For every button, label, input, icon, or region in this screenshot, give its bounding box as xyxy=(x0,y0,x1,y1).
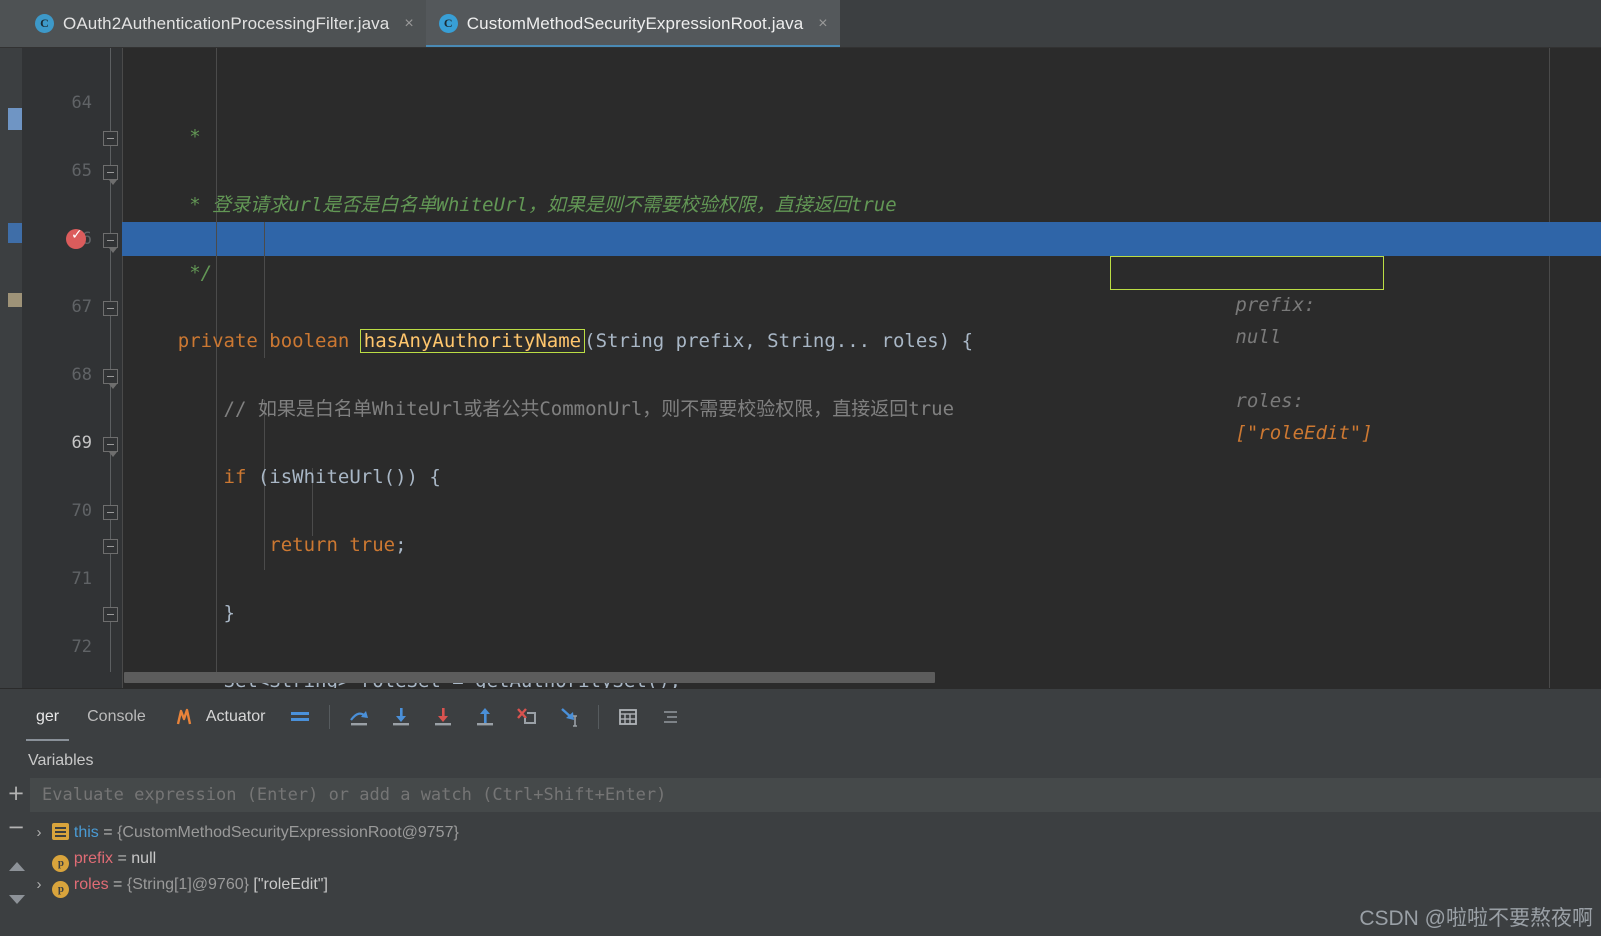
fold-marker-if-inner[interactable] xyxy=(103,437,118,457)
parameter-icon: p xyxy=(52,881,70,898)
ide-window: C OAuth2AuthenticationProcessingFilter.j… xyxy=(0,0,1601,936)
fold-marker-collapse[interactable] xyxy=(103,539,118,554)
hint-prefix-key: prefix: xyxy=(1235,294,1316,316)
csdn-watermark: CSDN @啦啦不要熬夜啊 xyxy=(1359,907,1593,930)
line-number: 72 xyxy=(71,637,92,657)
chevron-right-icon[interactable]: › xyxy=(30,820,48,846)
close-icon[interactable]: × xyxy=(818,15,827,32)
fold-marker-for[interactable] xyxy=(103,369,118,389)
remove-watch-button[interactable]: − xyxy=(6,817,26,838)
settings-list-icon[interactable] xyxy=(655,702,685,732)
fold-marker-if[interactable] xyxy=(103,233,118,253)
editor-tab-label: CustomMethodSecurityExpressionRoot.java xyxy=(466,13,804,33)
debugger-toolbar: ger Console Actuator xyxy=(0,688,1601,745)
fold-marker-collapse[interactable] xyxy=(103,301,118,316)
chevron-right-icon[interactable]: › xyxy=(30,872,48,898)
fold-marker-method[interactable] xyxy=(103,165,118,185)
force-step-into-icon[interactable] xyxy=(428,702,458,732)
evaluate-placeholder: Evaluate expression (Enter) or add a wat… xyxy=(42,785,667,805)
step-out-icon[interactable] xyxy=(470,702,500,732)
scroll-down-icon[interactable] xyxy=(9,895,25,904)
parameter-icon: p xyxy=(52,855,70,872)
tab-actuator[interactable]: Actuator xyxy=(160,689,280,745)
line-number: 70 xyxy=(71,501,92,521)
tab-variables[interactable]: Variables xyxy=(28,744,94,778)
editor-tab-custommethodsecurity[interactable]: C CustomMethodSecurityExpressionRoot.jav… xyxy=(425,0,840,47)
breakpoint-verified-check: ✓ xyxy=(71,227,83,243)
variable-value: {CustomMethodSecurityExpressionRoot@9757… xyxy=(117,824,459,841)
fold-marker-collapse[interactable] xyxy=(103,607,118,622)
fold-marker-collapse[interactable] xyxy=(103,505,118,520)
code-line-67: 67 private boolean hasAnyAuthorityName (S… xyxy=(0,256,1601,444)
code-line-71: 71 } xyxy=(0,528,1601,624)
step-into-icon[interactable] xyxy=(386,702,416,732)
scroll-up-icon[interactable] xyxy=(9,862,25,871)
drop-frame-icon[interactable] xyxy=(512,702,542,732)
variables-tab-header: Variables xyxy=(0,744,1601,778)
code-line-64: 64 * xyxy=(0,52,1601,148)
variables-header-stub xyxy=(0,744,22,778)
editor-tab-label: OAuth2AuthenticationProcessingFilter.jav… xyxy=(63,13,390,33)
variables-side-rail: + − xyxy=(0,778,30,936)
java-class-icon: C xyxy=(35,14,54,33)
variable-name: prefix xyxy=(73,850,114,867)
variable-extra: ["roleEdit"] xyxy=(253,876,328,893)
tab-actuator-label: Actuator xyxy=(205,707,266,725)
run-to-cursor-icon[interactable] xyxy=(554,702,584,732)
field-icon xyxy=(52,823,70,840)
toolbar-separator xyxy=(329,704,331,729)
toolbar-separator xyxy=(598,704,600,729)
line-number: 65 xyxy=(71,161,92,181)
equals-sign: = xyxy=(117,850,127,867)
code-lines: 64 * 65 * 登录请求url是否是白名单WhiteUrl，如果是则不需要校… xyxy=(0,48,1601,688)
code-line-70: 70 return true; xyxy=(0,460,1601,556)
tab-bar-left-stub xyxy=(0,0,22,47)
editor-tab-bar: C OAuth2AuthenticationProcessingFilter.j… xyxy=(0,0,1601,48)
breakpoint-icon[interactable]: ✓ xyxy=(66,227,86,249)
fold-marker-collapse[interactable] xyxy=(103,131,118,146)
variable-row-prefix[interactable]: p prefix = null xyxy=(30,846,1601,872)
code-line-68: 68 // 如果是白名单WhiteUrl或者公共CommonUrl，则不需要校验… xyxy=(0,324,1601,420)
variable-name: this xyxy=(73,824,99,841)
code-line-69: 69 if (isWhiteUrl()) { xyxy=(0,392,1601,488)
add-watch-button[interactable]: + xyxy=(6,783,26,804)
equals-sign: = xyxy=(113,876,123,893)
equals-sign: = xyxy=(103,824,113,841)
code-line-72: 72 Set<String> roleSet = getAuthoritySet… xyxy=(0,596,1601,688)
line-number: 68 xyxy=(71,365,92,385)
variable-row-roles[interactable]: › p roles = {String[1]@9760} ["roleEdit"… xyxy=(30,872,1601,898)
tab-debugger[interactable]: ger xyxy=(22,689,73,745)
line-number: 64 xyxy=(71,93,92,113)
line-number: 69 xyxy=(71,433,92,453)
close-icon[interactable]: × xyxy=(404,15,413,32)
inline-debug-hint: prefix: null roles: ["roleEdit"] xyxy=(1110,256,1384,444)
tab-console[interactable]: Console xyxy=(73,689,160,745)
code-line-66: 66 */ xyxy=(0,188,1601,284)
variable-value: {String[1]@9760} xyxy=(126,876,249,893)
editor-horizontal-scrollbar[interactable] xyxy=(124,672,935,683)
toolbar-left-stub xyxy=(0,688,22,745)
step-over-icon[interactable] xyxy=(344,702,374,732)
code-line-65: 65 * 登录请求url是否是白名单WhiteUrl，如果是则不需要校验权限，直… xyxy=(0,120,1601,216)
code-editor[interactable]: 64 * 65 * 登录请求url是否是白名单WhiteUrl，如果是则不需要校… xyxy=(0,48,1601,688)
variable-name: roles xyxy=(73,876,109,893)
java-class-icon: C xyxy=(438,14,458,33)
variable-row-this[interactable]: › this = {CustomMethodSecurityExpression… xyxy=(30,820,1601,846)
actuator-icon xyxy=(176,708,192,724)
line-number: 67 xyxy=(71,297,92,317)
evaluate-expression-icon[interactable] xyxy=(613,702,643,732)
variable-value: null xyxy=(131,850,157,867)
show-execution-point-icon[interactable] xyxy=(285,702,315,732)
line-number: 71 xyxy=(71,569,92,589)
editor-tab-oauth2filter[interactable]: C OAuth2AuthenticationProcessingFilter.j… xyxy=(22,0,426,47)
evaluate-expression-input[interactable]: Evaluate expression (Enter) or add a wat… xyxy=(30,778,1601,812)
